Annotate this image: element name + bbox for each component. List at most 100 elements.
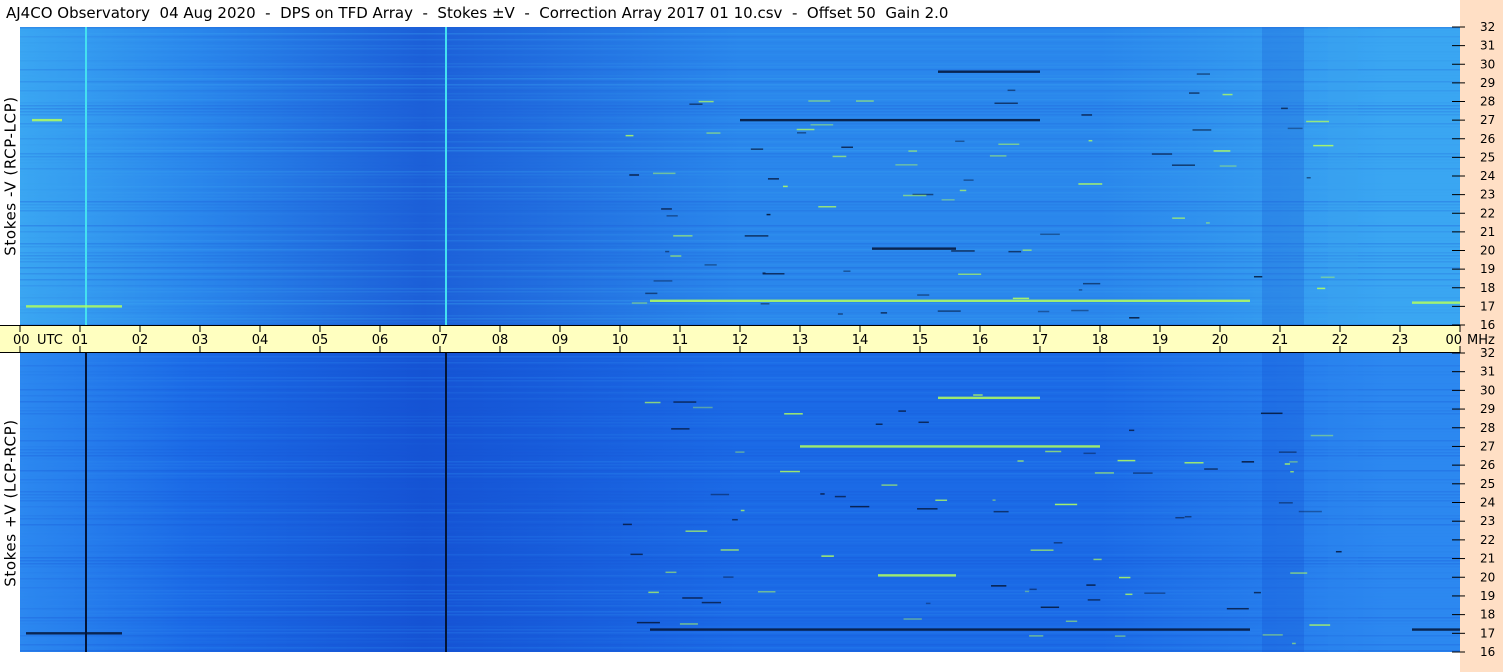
emission-speck: [917, 508, 938, 510]
panel-top: 16 17 18 19 20 21 22 23 24 25 26 27 28 29 30 31 32: [20, 20, 1495, 332]
emission-streak: [800, 445, 1100, 448]
y-tick-label: 25: [1480, 477, 1495, 491]
noise-band: [20, 356, 1460, 358]
noise-band: [20, 66, 1460, 68]
emission-speck: [679, 623, 698, 625]
emission-speck: [735, 451, 745, 453]
noise-band: [20, 641, 1460, 643]
noise-band: [20, 75, 1460, 77]
noise-band: [20, 297, 1460, 299]
noise-band: [20, 488, 1460, 490]
noise-band: [20, 171, 1460, 173]
noise-band: [20, 246, 1460, 248]
emission-speck: [1213, 150, 1231, 152]
y-tick-label: 17: [1480, 626, 1495, 640]
emission-speck: [1309, 624, 1331, 626]
noise-band: [20, 602, 1460, 604]
noise-band: [20, 192, 1460, 194]
y-tick-label: 29: [1480, 76, 1495, 90]
emission-speck: [895, 164, 918, 166]
y-tick-label: 16: [1480, 645, 1495, 659]
noise-band: [20, 291, 1460, 293]
noise-band: [20, 569, 1460, 571]
emission-speck: [682, 597, 703, 599]
noise-band: [20, 186, 1460, 188]
emission-speck: [989, 155, 1007, 157]
time-axis-band: [0, 325, 1460, 353]
emission-speck: [1117, 459, 1136, 462]
noise-band: [20, 135, 1460, 137]
emission-speck: [1022, 249, 1032, 251]
emission-speck: [1171, 164, 1195, 166]
noise-band: [20, 365, 1460, 367]
emission-speck: [673, 401, 697, 403]
noise-band: [20, 57, 1460, 59]
noise-band: [20, 45, 1460, 47]
noise-band: [20, 255, 1460, 257]
y-tick-label: 31: [1480, 39, 1495, 53]
noise-band: [20, 63, 1460, 65]
noise-band: [20, 596, 1460, 598]
y-tick-label: 16: [1480, 318, 1495, 332]
noise-band: [20, 123, 1460, 125]
noise-band: [20, 267, 1460, 269]
x-tick-label: 18: [1092, 333, 1109, 348]
noise-band: [20, 605, 1460, 607]
y-tick-label: 30: [1480, 383, 1495, 397]
emission-speck: [1094, 472, 1114, 474]
emission-speck: [881, 484, 898, 486]
noise-band: [20, 285, 1460, 287]
emission-speck: [1278, 451, 1297, 453]
emission-speck: [903, 618, 922, 620]
noise-band: [20, 132, 1460, 134]
emission-speck: [1151, 153, 1173, 155]
x-tick-label: 02: [132, 333, 149, 348]
noise-band: [20, 611, 1460, 613]
noise-band: [20, 437, 1460, 439]
emission-speck: [1008, 250, 1022, 253]
y-tick-label: 21: [1480, 552, 1495, 566]
y-tick-label: 27: [1480, 439, 1495, 453]
emission-speck: [1118, 576, 1131, 579]
emission-speck: [698, 100, 714, 103]
noise-band: [20, 506, 1460, 508]
noise-band: [20, 593, 1460, 595]
emission-speck: [1298, 510, 1322, 513]
x-tick-label: 10: [612, 333, 629, 348]
emission-speck: [1192, 129, 1212, 131]
emission-speck: [629, 174, 640, 176]
x-tick-label: 06: [372, 333, 389, 348]
noise-band: [20, 108, 1460, 110]
emission-speck: [1029, 588, 1037, 591]
noise-band: [20, 222, 1460, 224]
emission-speck: [1017, 460, 1024, 462]
noise-band: [20, 410, 1460, 412]
noise-band: [20, 368, 1460, 370]
noise-band: [20, 521, 1460, 523]
x-tick-label: 11: [672, 333, 689, 348]
noise-band: [20, 647, 1460, 649]
noise-band: [20, 395, 1460, 397]
noise-band: [20, 545, 1460, 547]
emission-speck: [631, 302, 648, 304]
emission-speck: [875, 423, 883, 425]
noise-band: [20, 425, 1460, 427]
emission-speck: [908, 150, 918, 152]
noise-band: [20, 249, 1460, 251]
emission-speck: [661, 208, 672, 210]
emission-speck: [951, 250, 975, 252]
emission-speck: [622, 523, 632, 526]
x-tick-label: 15: [912, 333, 929, 348]
x-tick-label: 16: [972, 333, 989, 348]
noise-band: [20, 644, 1460, 646]
noise-band: [20, 503, 1460, 505]
y-tick-label: 26: [1480, 458, 1495, 472]
noise-band: [20, 93, 1460, 95]
noise-band: [20, 141, 1460, 143]
noise-band: [20, 240, 1460, 242]
noise-band: [20, 306, 1460, 308]
emission-speck: [625, 134, 634, 137]
emission-speck: [1189, 92, 1200, 94]
noise-band: [20, 527, 1460, 529]
noise-band: [20, 231, 1460, 233]
